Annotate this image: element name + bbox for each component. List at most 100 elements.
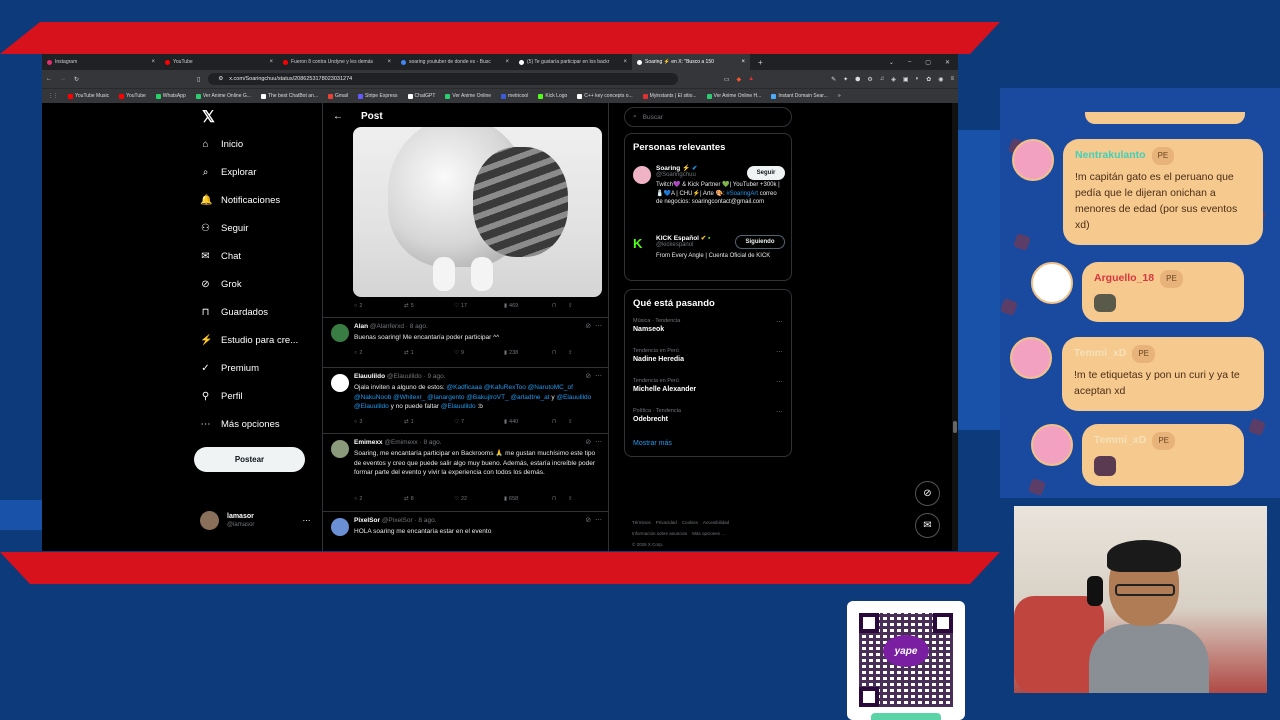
post-image[interactable] xyxy=(353,127,602,297)
views-button[interactable]: ▮ 658 xyxy=(504,496,552,502)
nav-item-chat[interactable]: ✉ Chat xyxy=(200,251,241,262)
footer-link[interactable]: Privacidad xyxy=(656,520,677,525)
bookmark-item[interactable]: Ver Anime Online xyxy=(445,93,491,99)
more-icon[interactable]: ⋯ xyxy=(776,378,783,386)
close-icon[interactable]: × xyxy=(387,59,391,65)
hashtag-link[interactable]: #SoaringArt xyxy=(726,191,758,197)
like-button[interactable]: ♡ 7 xyxy=(454,419,504,425)
x-logo-icon[interactable]: 𝕏 xyxy=(202,107,215,127)
nav-item-premium[interactable]: ✓ Premium xyxy=(200,363,259,374)
more-icon[interactable]: ⋯ xyxy=(776,348,783,356)
repost-button[interactable]: ⇄ 1 xyxy=(404,419,454,425)
grok-icon[interactable]: ⊘ xyxy=(585,517,591,524)
close-icon[interactable]: × xyxy=(741,59,745,65)
nav-item-grok[interactable]: ⊘ Grok xyxy=(200,279,241,290)
more-icon[interactable]: ⋯ xyxy=(776,318,783,326)
trend-item[interactable]: Música · Tendencia Namseok ⋯ xyxy=(633,318,783,333)
bookmark-item[interactable]: C++ key concepts o... xyxy=(577,93,633,99)
share-icon[interactable]: ⇪ xyxy=(568,303,573,309)
more-icon[interactable]: ⋯ xyxy=(595,439,602,446)
reply-tweet[interactable]: Elauulildo @Elauulildo · 9 ago. ⊘ ⋯ Ojal… xyxy=(323,367,608,431)
like-button[interactable]: ♡ 17 xyxy=(454,303,504,309)
extension-icon[interactable]: ✦ xyxy=(843,76,848,83)
account-switcher[interactable]: lamasor @lamasor ⋯ xyxy=(200,511,310,530)
bookmark-item[interactable]: Ver Anime Online H... xyxy=(706,93,761,99)
apps-icon[interactable]: ⋮⋮ xyxy=(48,93,58,99)
reply-button[interactable]: ○ 2 xyxy=(354,496,404,502)
close-icon[interactable]: × xyxy=(269,59,273,65)
tab[interactable]: Instagram × xyxy=(42,54,160,70)
avatar[interactable] xyxy=(633,166,651,184)
bookmark-item[interactable]: Instant Domain Sear... xyxy=(771,93,828,99)
views-button[interactable]: ▮ 238 xyxy=(504,350,552,356)
reload-icon[interactable]: ↻ xyxy=(74,76,79,83)
messages-fab[interactable]: ✉ xyxy=(915,513,940,538)
footer-link[interactable]: Términos xyxy=(632,520,651,525)
extension-icon[interactable]: ◈ xyxy=(891,76,896,83)
kick-logo-icon[interactable]: K xyxy=(633,236,651,254)
bookmark-item[interactable]: Kick Logo xyxy=(538,93,567,99)
tweet-options[interactable]: ⊘ ⋯ xyxy=(585,438,602,446)
tab-active[interactable]: Soaring ⚡ en X: "Busco a 150 × xyxy=(632,54,750,70)
more-icon[interactable]: ⋯ xyxy=(595,323,602,330)
cast-icon[interactable]: ▭ xyxy=(724,76,730,83)
back-arrow-icon[interactable]: ← xyxy=(333,111,343,122)
tweet-author[interactable]: Alan xyxy=(354,323,368,330)
bookmark-item[interactable]: YouTube xyxy=(119,93,146,99)
tweet-author[interactable]: Elauulildo xyxy=(354,373,385,380)
nav-item-guardados[interactable]: ⊓ Guardados xyxy=(200,307,268,318)
extension-icon[interactable]: ◐ xyxy=(916,76,920,83)
share-icon[interactable]: ⇪ xyxy=(568,419,573,425)
more-icon[interactable]: ⋯ xyxy=(776,408,783,416)
close-icon[interactable]: × xyxy=(623,59,627,65)
reply-button[interactable]: ○ 3 xyxy=(354,419,404,425)
trend-item[interactable]: Política · Tendencia Odebrecht ⋯ xyxy=(633,408,783,423)
nav-item-explorar[interactable]: ⌕ Explorar xyxy=(200,167,257,178)
nav-item-mas-opciones[interactable]: ⋯ Más opciones xyxy=(200,419,280,430)
bookmark-icon[interactable]: ⊓ xyxy=(552,350,568,356)
nav-item-perfil[interactable]: ⚲ Perfil xyxy=(200,391,243,402)
nav-item-inicio[interactable]: ⌂ Inicio xyxy=(200,139,243,150)
bookmark-item[interactable]: The best ChatBot an... xyxy=(260,93,318,99)
tweet-options[interactable]: ⊘ ⋯ xyxy=(585,322,602,330)
maximize-icon[interactable]: ▢ xyxy=(925,59,931,66)
reply-tweet[interactable]: Alan @Alanferxd · 8 ago. ⊘ ⋯ Buenas soar… xyxy=(323,317,608,367)
nav-item-estudio[interactable]: ⚡ Estudio para cre... xyxy=(200,335,298,346)
reply-button[interactable]: ○ 2 xyxy=(354,303,404,309)
views-button[interactable]: ▮ 440 xyxy=(504,419,552,425)
bookmark-item[interactable]: WhatsApp xyxy=(155,93,186,99)
footer-link[interactable]: Accesibilidad xyxy=(703,520,729,525)
tab[interactable]: YouTube × xyxy=(160,54,278,70)
tweet-author[interactable]: Emimexx xyxy=(354,439,383,446)
shield-icon[interactable]: ▲ xyxy=(748,76,754,83)
url-field[interactable]: ⚙ x.com/Soaringchuu/status/20862531780230… xyxy=(208,73,679,85)
like-button[interactable]: ♡ 22 xyxy=(454,496,504,502)
profile-icon[interactable]: ◉ xyxy=(938,76,943,83)
tab[interactable]: Fueron 8 contra Undyne y les demás × xyxy=(278,54,396,70)
close-window-icon[interactable]: ✕ xyxy=(945,59,950,66)
share-icon[interactable]: ⇪ xyxy=(568,350,573,356)
tab[interactable]: (5) Te gustaría participar en los backr × xyxy=(514,54,632,70)
minimize-icon[interactable]: – xyxy=(908,59,911,66)
following-button[interactable]: Siguiendo xyxy=(735,235,785,249)
more-icon[interactable]: ⋯ xyxy=(302,516,310,525)
new-tab-button[interactable]: + xyxy=(750,58,763,67)
avatar[interactable] xyxy=(331,374,349,392)
music-icon[interactable]: ♫ xyxy=(880,76,885,83)
show-more-link[interactable]: Mostrar más xyxy=(633,440,672,447)
pen-icon[interactable]: ✎ xyxy=(831,76,836,83)
grok-fab[interactable]: ⊘ xyxy=(915,481,940,506)
repost-button[interactable]: ⇄ 5 xyxy=(404,303,454,309)
tweet-options[interactable]: ⊘ ⋯ xyxy=(585,372,602,380)
views-button[interactable]: ▮ 469 xyxy=(504,303,552,309)
scrollbar[interactable] xyxy=(952,103,958,551)
chevron-down-icon[interactable]: ⌄ xyxy=(889,59,894,66)
like-button[interactable]: ♡ 9 xyxy=(454,350,504,356)
footer-link[interactable]: Cookies xyxy=(682,520,698,525)
brave-icon[interactable]: ◆ xyxy=(737,76,742,83)
close-icon[interactable]: × xyxy=(151,59,155,65)
nav-item-seguir[interactable]: ⚇ Seguir xyxy=(200,223,248,234)
avatar[interactable] xyxy=(331,324,349,342)
tweet-options[interactable]: ⊘ ⋯ xyxy=(585,516,602,524)
grok-icon[interactable]: ⊘ xyxy=(585,439,591,446)
